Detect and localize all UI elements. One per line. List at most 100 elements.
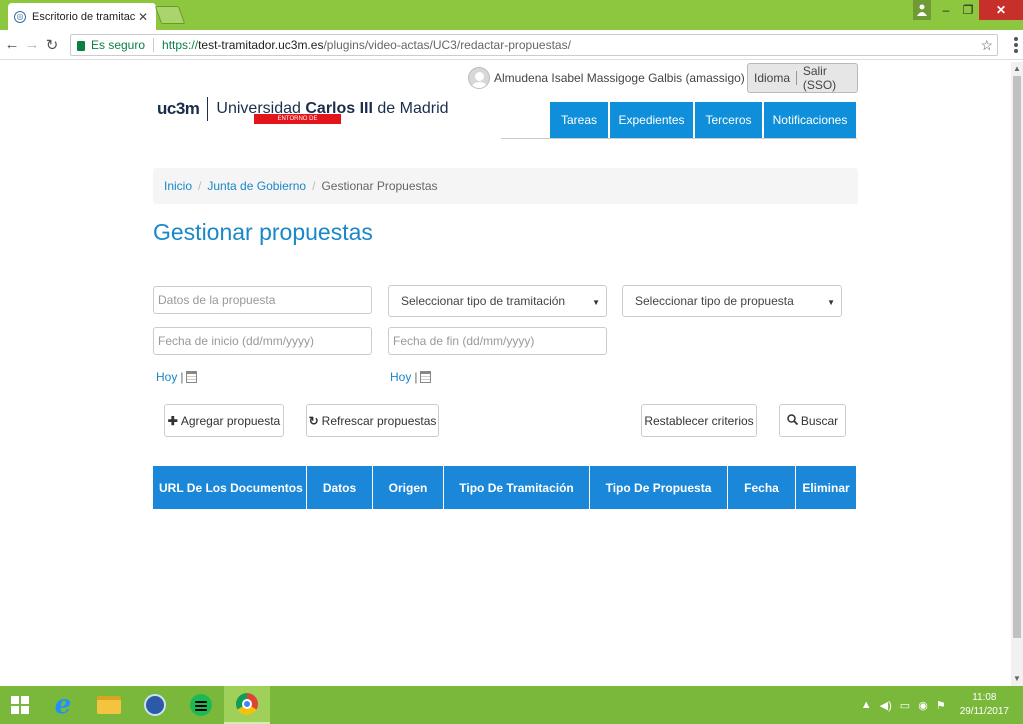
profile-icon[interactable] bbox=[913, 0, 931, 20]
close-window-button[interactable]: ✕ bbox=[979, 0, 1023, 20]
scroll-down-icon[interactable]: ▼ bbox=[1011, 672, 1023, 686]
reset-criteria-label: Restablecer criterios bbox=[644, 413, 754, 428]
start-date-input[interactable] bbox=[153, 327, 372, 355]
clock[interactable]: 11:08 29/11/2017 bbox=[960, 691, 1009, 719]
language-button[interactable]: Idioma bbox=[748, 71, 796, 85]
caret-down-icon: ▼ bbox=[827, 298, 835, 307]
calendar-icon[interactable] bbox=[420, 371, 432, 383]
refresh-proposals-button[interactable]: ↻ Refrescar propuestas bbox=[306, 404, 439, 437]
column-header[interactable]: URL De Los Documentos bbox=[153, 466, 307, 509]
start-today-link[interactable]: Hoy bbox=[156, 370, 177, 384]
tab-close-icon[interactable]: ✕ bbox=[136, 10, 150, 24]
user-name: Almudena Isabel Massigoge Galbis (amassi… bbox=[494, 71, 745, 85]
column-header[interactable]: Datos bbox=[307, 466, 373, 509]
column-header[interactable]: Origen bbox=[373, 466, 444, 509]
plus-icon: ✚ bbox=[167, 413, 178, 428]
browser-menu-icon[interactable] bbox=[1014, 37, 1018, 53]
divider: | bbox=[414, 370, 418, 384]
scroll-up-icon[interactable]: ▲ bbox=[1011, 62, 1023, 76]
add-proposal-button[interactable]: ✚ Agregar propuesta bbox=[164, 404, 284, 437]
bookmark-star-icon[interactable]: ☆ bbox=[980, 37, 993, 54]
url-path: /plugins/video-actas/UC3/redactar-propue… bbox=[323, 38, 571, 52]
refresh-proposals-label: Refrescar propuestas bbox=[321, 413, 437, 428]
proposal-type-select[interactable]: Seleccionar tipo de propuesta ▼ bbox=[622, 285, 842, 317]
browser-tab[interactable]: ◎ Escritorio de tramitación ✕ bbox=[8, 3, 156, 30]
nav-tareas[interactable]: Tareas bbox=[550, 102, 608, 138]
column-header[interactable]: Tipo De Propuesta bbox=[590, 466, 728, 509]
tray-overflow-icon[interactable]: ▲ bbox=[861, 699, 872, 711]
windows-logo-icon bbox=[11, 696, 29, 714]
restore-button[interactable]: ❐ bbox=[957, 0, 979, 20]
secure-label: Es seguro bbox=[91, 38, 155, 52]
url-scheme: https:// bbox=[162, 38, 199, 52]
new-tab-button[interactable] bbox=[154, 6, 186, 24]
breadcrumb-separator: / bbox=[312, 179, 316, 193]
clock-date: 29/11/2017 bbox=[959, 706, 1009, 717]
internet-explorer-icon: e bbox=[54, 690, 72, 720]
reset-criteria-button[interactable]: Restablecer criterios bbox=[641, 404, 757, 437]
proposal-type-value: Seleccionar tipo de propuesta bbox=[635, 294, 794, 308]
url-host: test-tramitador.uc3m.es bbox=[198, 38, 324, 52]
nav-notificaciones[interactable]: Notificaciones bbox=[764, 102, 856, 138]
user-bar: Almudena Isabel Massigoge Galbis (amassi… bbox=[468, 64, 771, 92]
breadcrumb: Inicio / Junta de Gobierno / Gestionar P… bbox=[153, 168, 858, 204]
system-tray: ▲ ◀) ▭ ◉ ⚑ 11:08 29/11/2017 bbox=[861, 686, 1009, 724]
user-actions: Idioma Salir (SSO) bbox=[747, 63, 858, 93]
taskbar-chrome[interactable] bbox=[224, 686, 270, 724]
minimize-button[interactable]: – bbox=[935, 0, 957, 20]
main-nav: Tareas Expedientes Terceros Notificacion… bbox=[550, 102, 858, 138]
clock-time: 11:08 bbox=[972, 692, 997, 703]
column-header[interactable]: Tipo De Tramitación bbox=[444, 466, 590, 509]
end-date-input[interactable] bbox=[388, 327, 607, 355]
end-today-link[interactable]: Hoy bbox=[390, 370, 411, 384]
lock-icon bbox=[77, 41, 85, 51]
breadcrumb-section[interactable]: Junta de Gobierno bbox=[207, 179, 306, 193]
back-arrow-icon[interactable]: ← bbox=[2, 36, 22, 53]
tab-title: Escritorio de tramitación bbox=[32, 10, 136, 23]
search-label: Buscar bbox=[800, 413, 839, 428]
nav-underline bbox=[501, 138, 857, 139]
calendar-icon[interactable] bbox=[186, 371, 198, 383]
language-icon[interactable]: ◉ bbox=[918, 699, 928, 712]
logout-button[interactable]: Salir (SSO) bbox=[797, 64, 857, 92]
column-header[interactable]: Fecha bbox=[728, 466, 796, 509]
nav-terceros[interactable]: Terceros bbox=[695, 102, 762, 138]
browser-titlebar: ◎ Escritorio de tramitación ✕ – ❐ ✕ bbox=[0, 0, 1023, 30]
favicon-icon: ◎ bbox=[14, 10, 26, 23]
breadcrumb-current: Gestionar Propuestas bbox=[321, 179, 438, 193]
breadcrumb-home[interactable]: Inicio bbox=[164, 179, 192, 193]
column-header[interactable]: Eliminar bbox=[796, 466, 856, 509]
chrome-icon bbox=[236, 693, 258, 715]
flag-icon[interactable]: ⚑ bbox=[936, 699, 946, 712]
breadcrumb-separator: / bbox=[198, 179, 202, 193]
browser-toolbar: ← → ↻ Es seguro https:// test-tramitador… bbox=[0, 30, 1023, 60]
reload-icon[interactable]: ↻ bbox=[42, 36, 62, 54]
page-title: Gestionar propuestas bbox=[153, 219, 373, 245]
forward-arrow-icon[interactable]: → bbox=[22, 36, 42, 53]
taskbar-spotify[interactable] bbox=[178, 686, 224, 724]
windows-taskbar: e ▲ ◀) ▭ ◉ ⚑ 11:08 29/11/2017 bbox=[0, 686, 1023, 724]
volume-icon[interactable]: ◀) bbox=[880, 699, 892, 712]
network-icon[interactable]: ▭ bbox=[900, 699, 910, 712]
taskbar-file-explorer[interactable] bbox=[86, 686, 132, 724]
avatar bbox=[468, 67, 490, 89]
processing-type-select[interactable]: Seleccionar tipo de tramitación ▼ bbox=[388, 285, 607, 317]
start-date-helpers: Hoy | bbox=[156, 370, 198, 384]
preproduction-badge: ENTORNO DE PREPRODUCCIÓN bbox=[254, 114, 341, 132]
processing-type-value: Seleccionar tipo de tramitación bbox=[401, 294, 566, 308]
proposal-data-input[interactable] bbox=[153, 286, 372, 314]
logo-divider bbox=[207, 97, 209, 121]
taskbar-thunderbird[interactable] bbox=[132, 686, 178, 724]
address-bar[interactable]: Es seguro https:// test-tramitador.uc3m.… bbox=[70, 34, 998, 56]
nav-expedientes[interactable]: Expedientes bbox=[610, 102, 693, 138]
page-scrollbar[interactable]: ▲ ▼ bbox=[1011, 62, 1023, 686]
taskbar-internet-explorer[interactable]: e bbox=[40, 686, 86, 724]
add-proposal-label: Agregar propuesta bbox=[180, 413, 281, 428]
spotify-icon bbox=[190, 694, 212, 716]
scrollbar-thumb[interactable] bbox=[1013, 76, 1021, 638]
thunderbird-icon bbox=[144, 694, 166, 716]
refresh-icon: ↻ bbox=[308, 413, 319, 428]
search-button[interactable]: Buscar bbox=[779, 404, 846, 437]
folder-icon bbox=[97, 696, 121, 714]
start-button[interactable] bbox=[0, 686, 40, 724]
